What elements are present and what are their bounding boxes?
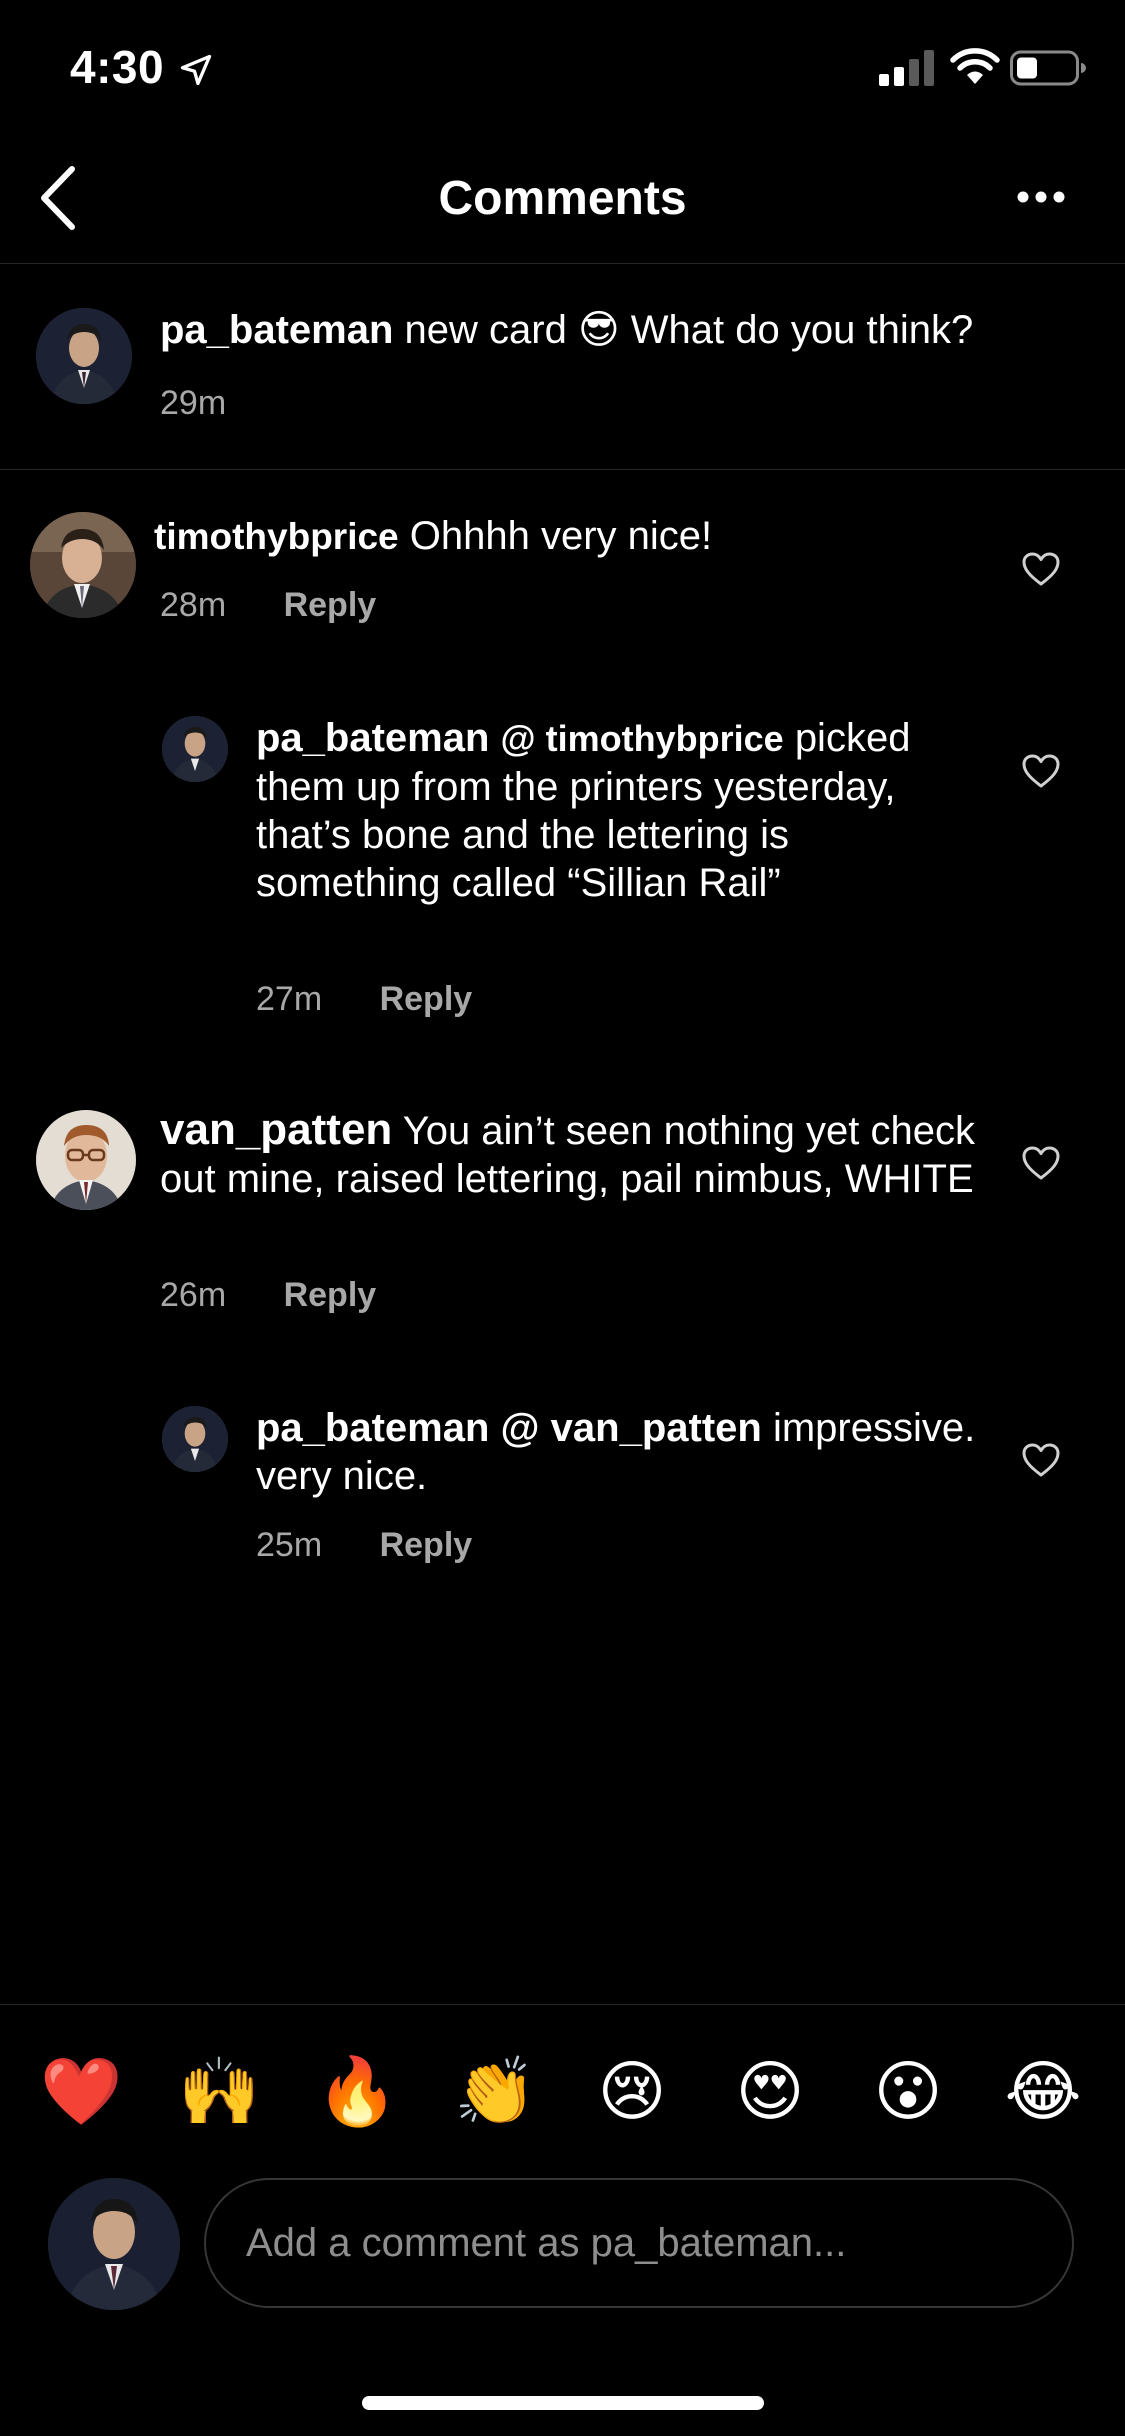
emoji-reaction-bar: ❤️ 🙌 🔥 👏 😢 😍 😮 😂	[0, 2004, 1125, 2165]
avatar-portrait-icon	[162, 716, 228, 782]
comment-text: timothybprice Ohhhh very nice!	[154, 512, 1014, 561]
reply-button[interactable]: Reply	[380, 1526, 473, 1564]
heart-icon[interactable]	[1021, 551, 1061, 587]
comment-text: van_patten You ain’t seen nothing yet ch…	[160, 1106, 1000, 1203]
cellular-signal-icon	[879, 50, 934, 86]
comment-time: 26m	[160, 1276, 227, 1314]
avatar[interactable]	[36, 1110, 136, 1210]
home-indicator	[362, 2396, 764, 2410]
comment-input[interactable]	[204, 2178, 1074, 2308]
comment-mention[interactable]: @ van_patten	[501, 1406, 762, 1450]
header: Comments	[0, 135, 1125, 264]
reply-button[interactable]: Reply	[284, 1276, 377, 1314]
avatar-portrait-icon	[30, 512, 136, 618]
status-bar: 4:30	[0, 0, 1125, 135]
heart-icon[interactable]	[1021, 1145, 1061, 1181]
comment-meta: 27m Reply	[256, 980, 472, 1019]
avatar-portrait-icon	[36, 1110, 136, 1210]
battery-icon	[1010, 50, 1086, 86]
wifi-icon	[950, 48, 1000, 84]
heart-icon[interactable]	[1021, 1442, 1061, 1478]
reply-button[interactable]: Reply	[380, 980, 473, 1018]
comment-text: pa_bateman @ timothybprice picked them u…	[256, 714, 976, 907]
more-options-icon[interactable]	[1016, 189, 1066, 205]
page-title: Comments	[438, 172, 687, 225]
caption-meta: 29m	[160, 384, 274, 423]
avatar[interactable]	[162, 1406, 228, 1472]
emoji-laughing-button[interactable]: 😂	[1003, 2051, 1083, 2131]
composer-avatar	[48, 2178, 180, 2310]
avatar[interactable]	[36, 308, 132, 404]
emoji-heart-button[interactable]: ❤️	[40, 2051, 122, 2131]
comment-time: 27m	[256, 980, 323, 1018]
comment-meta: 25m Reply	[256, 1526, 472, 1565]
caption-username[interactable]: pa_bateman	[160, 308, 393, 352]
avatar[interactable]	[162, 716, 228, 782]
status-time: 4:30	[70, 41, 165, 93]
comment-username[interactable]: pa_bateman	[256, 1406, 489, 1450]
caption-time: 29m	[160, 384, 227, 422]
comment-meta: 28m Reply	[160, 586, 376, 625]
comment-time: 25m	[256, 1526, 323, 1564]
emoji-surprised-button[interactable]: 😮	[868, 2051, 948, 2131]
emoji-raised-hands-button[interactable]: 🙌	[178, 2051, 260, 2131]
emoji-clapping-button[interactable]: 👏	[454, 2051, 536, 2131]
location-arrow-icon	[180, 54, 212, 86]
comment-time: 28m	[160, 586, 227, 624]
avatar[interactable]	[30, 512, 136, 618]
emoji-crying-button[interactable]: 😢	[592, 2051, 672, 2131]
post-caption: pa_bateman new card 😎 What do you think?…	[0, 264, 1125, 470]
comment-text: pa_bateman @ van_patten impressive. very…	[256, 1404, 976, 1500]
avatar-portrait-icon	[36, 308, 132, 404]
caption-text: pa_bateman new card 😎 What do you think?	[160, 306, 1090, 354]
comment-username[interactable]: van_patten	[160, 1105, 392, 1154]
reply-button[interactable]: Reply	[284, 586, 377, 624]
comment-username[interactable]: pa_bateman	[256, 716, 489, 760]
comment-body: Ohhhh very nice!	[409, 514, 713, 558]
comment-meta: 26m Reply	[160, 1276, 376, 1315]
avatar-portrait-icon	[162, 1406, 228, 1472]
comment-mention[interactable]: @ timothybprice	[501, 718, 784, 759]
caption-body: new card 😎 What do you think?	[404, 308, 974, 352]
comment-username[interactable]: timothybprice	[154, 516, 399, 557]
heart-icon[interactable]	[1021, 753, 1061, 789]
avatar-portrait-icon	[48, 2178, 180, 2310]
emoji-heart-eyes-button[interactable]: 😍	[730, 2051, 810, 2131]
emoji-fire-button[interactable]: 🔥	[316, 2051, 398, 2131]
